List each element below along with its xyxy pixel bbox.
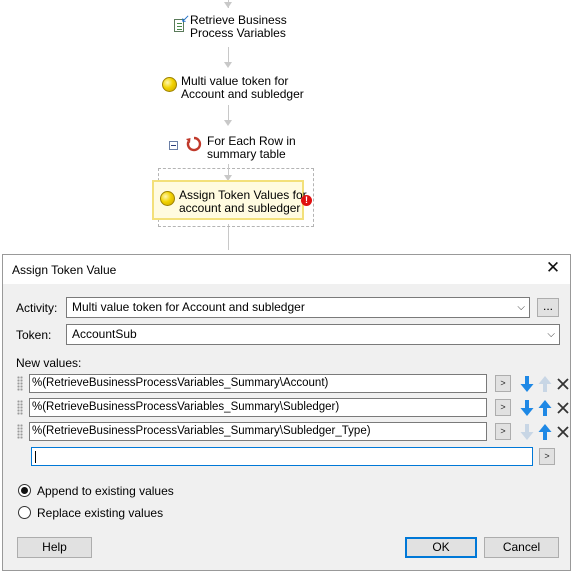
assign-token-value-dialog: Assign Token Value ✕ Activity: Multi val… [2, 254, 571, 571]
help-button[interactable]: Help [17, 537, 92, 558]
token-value: AccountSub [72, 327, 137, 341]
remove-value-icon[interactable] [555, 399, 571, 417]
drag-handle-icon[interactable] [17, 424, 23, 439]
dialog-title: Assign Token Value [12, 263, 117, 277]
drag-handle-icon[interactable] [17, 400, 23, 415]
move-down-icon [520, 424, 534, 440]
value-row: %(RetrieveBusinessProcessVariables_Summa… [17, 422, 569, 442]
connector-arrow [224, 62, 232, 68]
workflow-step-multi-value-token[interactable]: Multi value token for Account and subled… [162, 75, 304, 101]
workflow-step-for-each-row[interactable]: For Each Row in summary table [169, 135, 296, 161]
connector-arrow [224, 120, 232, 126]
drag-handle-icon[interactable] [17, 376, 23, 391]
connector-line [228, 105, 229, 121]
value-field[interactable]: %(RetrieveBusinessProcessVariables_Summa… [29, 422, 487, 441]
step-label-line2: summary table [207, 147, 286, 161]
connector-line [228, 164, 229, 176]
replace-radio-label[interactable]: Replace existing values [37, 506, 163, 520]
value-row: %(RetrieveBusinessProcessVariables_Summa… [17, 398, 569, 418]
value-row: %(RetrieveBusinessProcessVariables_Summa… [17, 374, 569, 394]
move-up-icon[interactable] [537, 423, 553, 441]
collapse-toggle-icon[interactable] [169, 141, 178, 150]
move-up-icon [538, 376, 552, 392]
token-label: Token: [16, 328, 52, 342]
ok-button[interactable]: OK [405, 537, 477, 558]
workflow-canvas: ↙ Retrieve Business Process Variables Mu… [0, 0, 572, 256]
insert-variable-button[interactable]: > [495, 375, 511, 392]
error-badge-icon[interactable]: ! [301, 195, 312, 206]
activity-label: Activity: [16, 301, 58, 315]
loop-icon [186, 136, 202, 152]
connector-arrow [224, 2, 232, 8]
replace-radio[interactable] [18, 506, 31, 519]
activity-browse-button[interactable]: ... [537, 298, 559, 317]
step-label-line2: Account and subledger [181, 87, 304, 101]
connector-line [228, 224, 229, 250]
new-values-label: New values: [16, 356, 82, 370]
activity-select[interactable]: Multi value token for Account and subled… [66, 297, 530, 318]
step-label-line2: Process Variables [190, 26, 286, 40]
step-label-line2: account and subledger [179, 201, 301, 215]
workflow-step-assign-token-values[interactable]: Assign Token Values for account and subl… [160, 189, 307, 215]
cancel-button[interactable]: Cancel [484, 537, 559, 558]
token-coin-icon [160, 191, 175, 206]
dialog-titlebar: Assign Token Value ✕ [3, 255, 570, 284]
move-down-icon[interactable] [519, 375, 535, 393]
workflow-step-retrieve-variables[interactable]: ↙ Retrieve Business Process Variables [172, 14, 287, 40]
value-field[interactable]: %(RetrieveBusinessProcessVariables_Summa… [29, 398, 487, 417]
move-up-icon[interactable] [537, 399, 553, 417]
insert-variable-button[interactable]: > [495, 423, 511, 440]
remove-value-icon[interactable] [555, 423, 571, 441]
remove-value-icon[interactable] [555, 375, 571, 393]
text-caret [35, 451, 36, 463]
chevron-down-icon: ⌵ [517, 302, 525, 313]
move-down-icon[interactable] [519, 399, 535, 417]
new-value-input[interactable] [31, 447, 533, 466]
connector-line [228, 47, 229, 63]
chevron-down-icon: ⌵ [547, 329, 555, 340]
insert-variable-button[interactable]: > [495, 399, 511, 416]
retrieve-variables-icon: ↙ [172, 14, 190, 34]
append-radio[interactable] [18, 484, 31, 497]
token-coin-icon [162, 77, 177, 92]
insert-variable-button[interactable]: > [539, 448, 555, 465]
close-icon[interactable]: ✕ [544, 259, 562, 277]
value-field[interactable]: %(RetrieveBusinessProcessVariables_Summa… [29, 374, 487, 393]
activity-value: Multi value token for Account and subled… [72, 300, 305, 314]
token-select[interactable]: AccountSub ⌵ [66, 324, 560, 345]
append-radio-label[interactable]: Append to existing values [37, 484, 174, 498]
